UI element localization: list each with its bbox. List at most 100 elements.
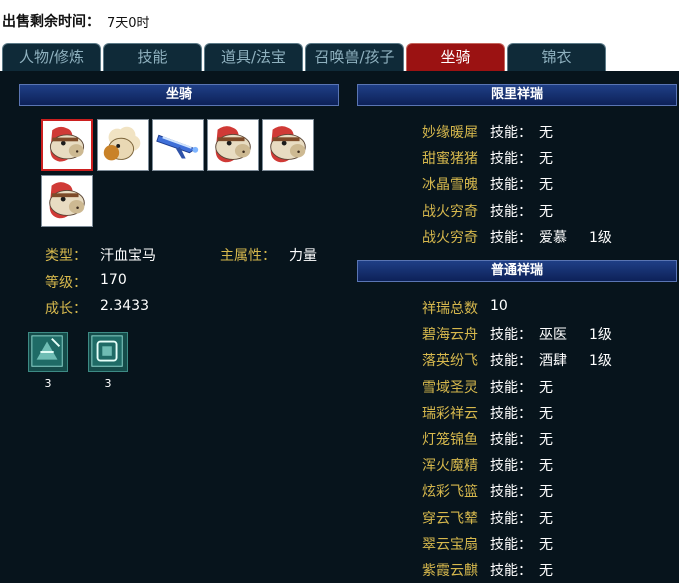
mount-slot-1[interactable] xyxy=(41,119,93,171)
skill-label: 技能： xyxy=(490,406,532,422)
skill-count: 3 xyxy=(104,377,112,390)
type-value: 汗血宝马 xyxy=(100,248,156,264)
list-item: 雪域圣灵 技能： 无 xyxy=(422,377,672,399)
skill-value: 无 xyxy=(539,406,553,422)
skill-label: 技能： xyxy=(490,151,532,167)
growth-label: 成长： xyxy=(45,301,87,317)
horse-icon xyxy=(263,120,313,170)
skill-label: 技能： xyxy=(490,511,532,527)
main-attr-value: 力量 xyxy=(289,248,317,264)
skill-value: 无 xyxy=(539,204,553,220)
item-name: 碧海云舟 xyxy=(422,327,478,343)
sale-time-value: 7天0时 xyxy=(107,16,150,31)
list-item: 战火穷奇 技能： 爱慕 1级 xyxy=(422,227,672,249)
sale-time-label: 出售剩余时间： xyxy=(2,14,100,30)
mount-panel: 坐骑 类型： 汗血宝马 主属性： 力量 等级： 170 成长： 2.3433 3… xyxy=(0,71,679,583)
skill-label: 技能： xyxy=(490,537,532,553)
list-item: 冰晶雪魄 技能： 无 xyxy=(422,174,672,196)
skill-value: 无 xyxy=(539,151,553,167)
skill-level: 1级 xyxy=(589,327,612,343)
skill-label: 技能： xyxy=(490,353,532,369)
item-name: 落英纷飞 xyxy=(422,353,478,369)
skill-label: 技能： xyxy=(490,563,532,579)
skill-level: 1级 xyxy=(589,230,612,246)
mount-slot-3[interactable] xyxy=(152,119,204,171)
skill-value: 无 xyxy=(539,432,553,448)
list-item: 落英纷飞 技能： 酒肆 1级 xyxy=(422,350,672,372)
normal-section-header: 普通祥瑞 xyxy=(357,260,677,282)
skill-frame-icon[interactable] xyxy=(88,332,128,372)
skill-value: 无 xyxy=(539,380,553,396)
skill-label: 技能： xyxy=(490,484,532,500)
tab-character[interactable]: 人物/修炼 xyxy=(2,43,101,71)
mount-slot-6[interactable] xyxy=(41,175,93,227)
list-item: 战火穷奇 技能： 无 xyxy=(422,201,672,223)
list-item: 穿云飞辇 技能： 无 xyxy=(422,508,672,530)
top-bar: 出售剩余时间： 7天0时 xyxy=(0,0,679,40)
list-item: 浑火魔精 技能： 无 xyxy=(422,455,672,477)
skill-label: 技能： xyxy=(490,125,532,141)
skill-label: 技能： xyxy=(490,177,532,193)
skill-label: 技能： xyxy=(490,230,532,246)
item-name: 甜蜜猪猪 xyxy=(422,151,478,167)
item-name: 翠云宝扇 xyxy=(422,537,478,553)
limited-section-header: 限里祥瑞 xyxy=(357,84,677,106)
mount-slot-4[interactable] xyxy=(207,119,259,171)
level-label: 等级： xyxy=(45,275,87,291)
skill-value: 爱慕 xyxy=(539,230,567,246)
skill-value: 无 xyxy=(539,125,553,141)
mount-slot-5[interactable] xyxy=(262,119,314,171)
skill-value: 无 xyxy=(539,511,553,527)
main-attr-label: 主属性： xyxy=(220,248,276,264)
mount-slot-2[interactable] xyxy=(97,119,149,171)
skill-value: 巫医 xyxy=(539,327,567,343)
skill-value: 无 xyxy=(539,484,553,500)
total-label: 祥瑞总数 xyxy=(422,301,478,317)
skill-value: 无 xyxy=(539,177,553,193)
tab-mounts[interactable]: 坐骑 xyxy=(406,43,505,71)
skill-label: 技能： xyxy=(490,458,532,474)
list-item: 瑞彩祥云 技能： 无 xyxy=(422,403,672,425)
list-item: 灯笼锦鱼 技能： 无 xyxy=(422,429,672,451)
tab-summons[interactable]: 召唤兽/孩子 xyxy=(305,43,404,71)
list-item: 妙缘暖犀 技能： 无 xyxy=(422,122,672,144)
list-item: 碧海云舟 技能： 巫医 1级 xyxy=(422,324,672,346)
skill-label: 技能： xyxy=(490,432,532,448)
item-name: 灯笼锦鱼 xyxy=(422,432,478,448)
total-value: 10 xyxy=(490,298,508,314)
item-name: 瑞彩祥云 xyxy=(422,406,478,422)
skill-value: 酒肆 xyxy=(539,353,567,369)
tab-bar: 人物/修炼 技能 道具/法宝 召唤兽/孩子 坐骑 锦衣 xyxy=(0,43,679,71)
list-item: 翠云宝扇 技能： 无 xyxy=(422,534,672,556)
item-name: 浑火魔精 xyxy=(422,458,478,474)
flying-sword-icon xyxy=(153,120,203,170)
skill-count: 3 xyxy=(44,377,52,390)
item-name: 妙缘暖犀 xyxy=(422,125,478,141)
skill-value: 无 xyxy=(539,537,553,553)
skill-level: 1级 xyxy=(589,353,612,369)
skill-label: 技能： xyxy=(490,204,532,220)
item-name: 紫霞云麒 xyxy=(422,563,478,579)
skill-label: 技能： xyxy=(490,380,532,396)
horse-icon xyxy=(42,176,92,226)
item-name: 战火穷奇 xyxy=(422,230,478,246)
type-label: 类型： xyxy=(45,248,87,264)
tab-items[interactable]: 道具/法宝 xyxy=(204,43,303,71)
horse-icon xyxy=(208,120,258,170)
total-row: 祥瑞总数 10 xyxy=(422,298,672,320)
skill-rune-icon[interactable] xyxy=(28,332,68,372)
sheep-icon xyxy=(98,120,148,170)
item-name: 雪域圣灵 xyxy=(422,380,478,396)
list-item: 炫彩飞篮 技能： 无 xyxy=(422,481,672,503)
tab-skills[interactable]: 技能 xyxy=(103,43,202,71)
item-name: 冰晶雪魄 xyxy=(422,177,478,193)
skill-value: 无 xyxy=(539,563,553,579)
item-name: 战火穷奇 xyxy=(422,204,478,220)
tab-outfits[interactable]: 锦衣 xyxy=(507,43,606,71)
horse-icon xyxy=(43,121,91,169)
list-item: 紫霞云麒 技能： 无 xyxy=(422,560,672,582)
growth-value: 2.3433 xyxy=(100,298,149,314)
list-item: 甜蜜猪猪 技能： 无 xyxy=(422,148,672,170)
item-name: 穿云飞辇 xyxy=(422,511,478,527)
item-name: 炫彩飞篮 xyxy=(422,484,478,500)
